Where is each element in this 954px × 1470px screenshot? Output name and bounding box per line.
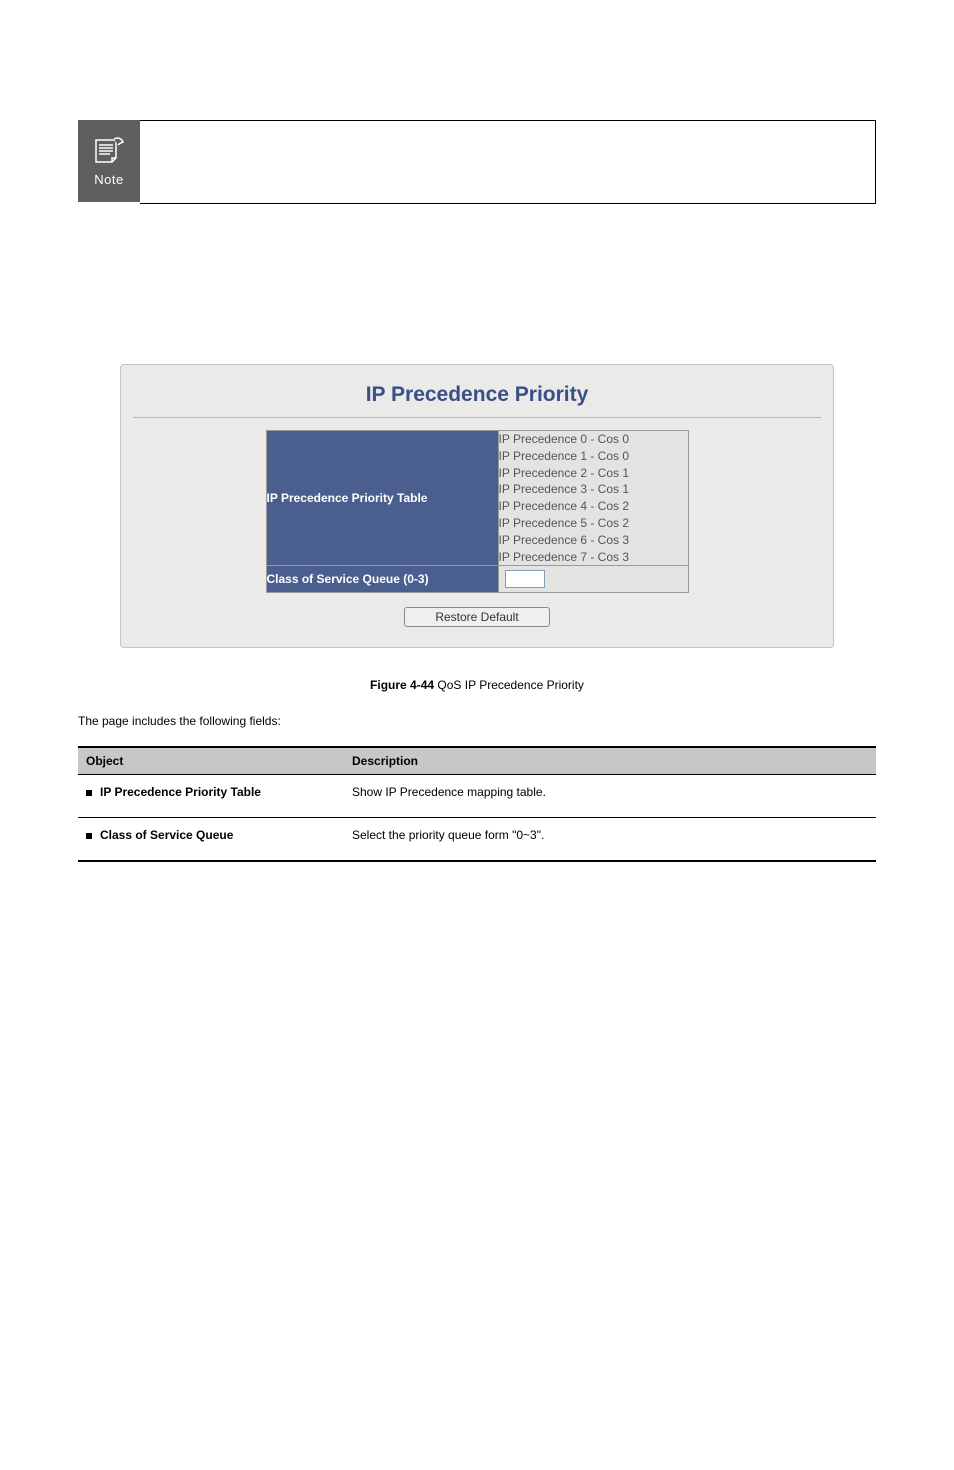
ip-prec-line-1: IP Precedence 1 - Cos 0 — [499, 448, 688, 465]
desc-header-object: Object — [78, 747, 344, 775]
desc-row-1-object: Class of Service Queue — [78, 818, 344, 862]
ip-prec-line-2: IP Precedence 2 - Cos 1 — [499, 465, 688, 482]
cos-queue-value-cell — [498, 566, 688, 593]
restore-default-button[interactable]: Restore Default — [404, 607, 550, 627]
ip-prec-line-5: IP Precedence 5 - Cos 2 — [499, 515, 688, 532]
note-block: Note — [78, 120, 876, 204]
ip-precedence-key: IP Precedence Priority Table — [266, 431, 498, 566]
ip-prec-line-3: IP Precedence 3 - Cos 1 — [499, 481, 688, 498]
desc-row-0-object-text: IP Precedence Priority Table — [100, 785, 261, 799]
page: { "note": { "label": "Note" }, "figure":… — [0, 120, 954, 1470]
ip-prec-line-6: IP Precedence 6 - Cos 3 — [499, 532, 688, 549]
ip-prec-line-4: IP Precedence 4 - Cos 2 — [499, 498, 688, 515]
figure-caption-bold: Figure 4-44 — [370, 678, 434, 692]
bullet-icon — [86, 790, 92, 796]
figure-caption-rest: QoS IP Precedence Priority — [434, 678, 584, 692]
note-badge-col: Note — [78, 120, 140, 204]
title-separator — [133, 417, 821, 418]
desc-header-description: Description — [344, 747, 876, 775]
cos-queue-input[interactable] — [505, 570, 545, 588]
desc-row-0-description: Show IP Precedence mapping table. — [344, 775, 876, 818]
button-row: Restore Default — [133, 607, 821, 627]
ip-prec-line-7: IP Precedence 7 - Cos 3 — [499, 549, 688, 566]
bullet-icon — [86, 833, 92, 839]
note-empty-cell — [140, 120, 876, 204]
row-ip-precedence: IP Precedence Priority Table IP Preceden… — [266, 431, 688, 566]
desc-header-row: Object Description — [78, 747, 876, 775]
row-cos-queue: Class of Service Queue (0-3) — [266, 566, 688, 593]
figure-panel: IP Precedence Priority IP Precedence Pri… — [120, 364, 834, 648]
body-text: The page includes the following fields: — [78, 714, 876, 728]
note-label: Note — [94, 172, 123, 187]
cos-queue-key: Class of Service Queue (0-3) — [266, 566, 498, 593]
ip-prec-line-0: IP Precedence 0 - Cos 0 — [499, 431, 688, 448]
desc-row-0: IP Precedence Priority Table Show IP Pre… — [78, 775, 876, 818]
note-icon — [90, 136, 128, 168]
desc-row-1-object-text: Class of Service Queue — [100, 828, 233, 842]
panel-title: IP Precedence Priority — [133, 383, 821, 407]
config-table: IP Precedence Priority Table IP Preceden… — [266, 430, 689, 593]
desc-row-1-description: Select the priority queue form "0~3". — [344, 818, 876, 862]
desc-row-0-object: IP Precedence Priority Table — [78, 775, 344, 818]
figure-caption: Figure 4-44 QoS IP Precedence Priority — [120, 678, 834, 692]
description-table: Object Description IP Precedence Priorit… — [78, 746, 876, 862]
desc-row-1: Class of Service Queue Select the priori… — [78, 818, 876, 862]
ip-precedence-values: IP Precedence 0 - Cos 0 IP Precedence 1 … — [498, 431, 688, 566]
note-badge: Note — [78, 120, 140, 202]
